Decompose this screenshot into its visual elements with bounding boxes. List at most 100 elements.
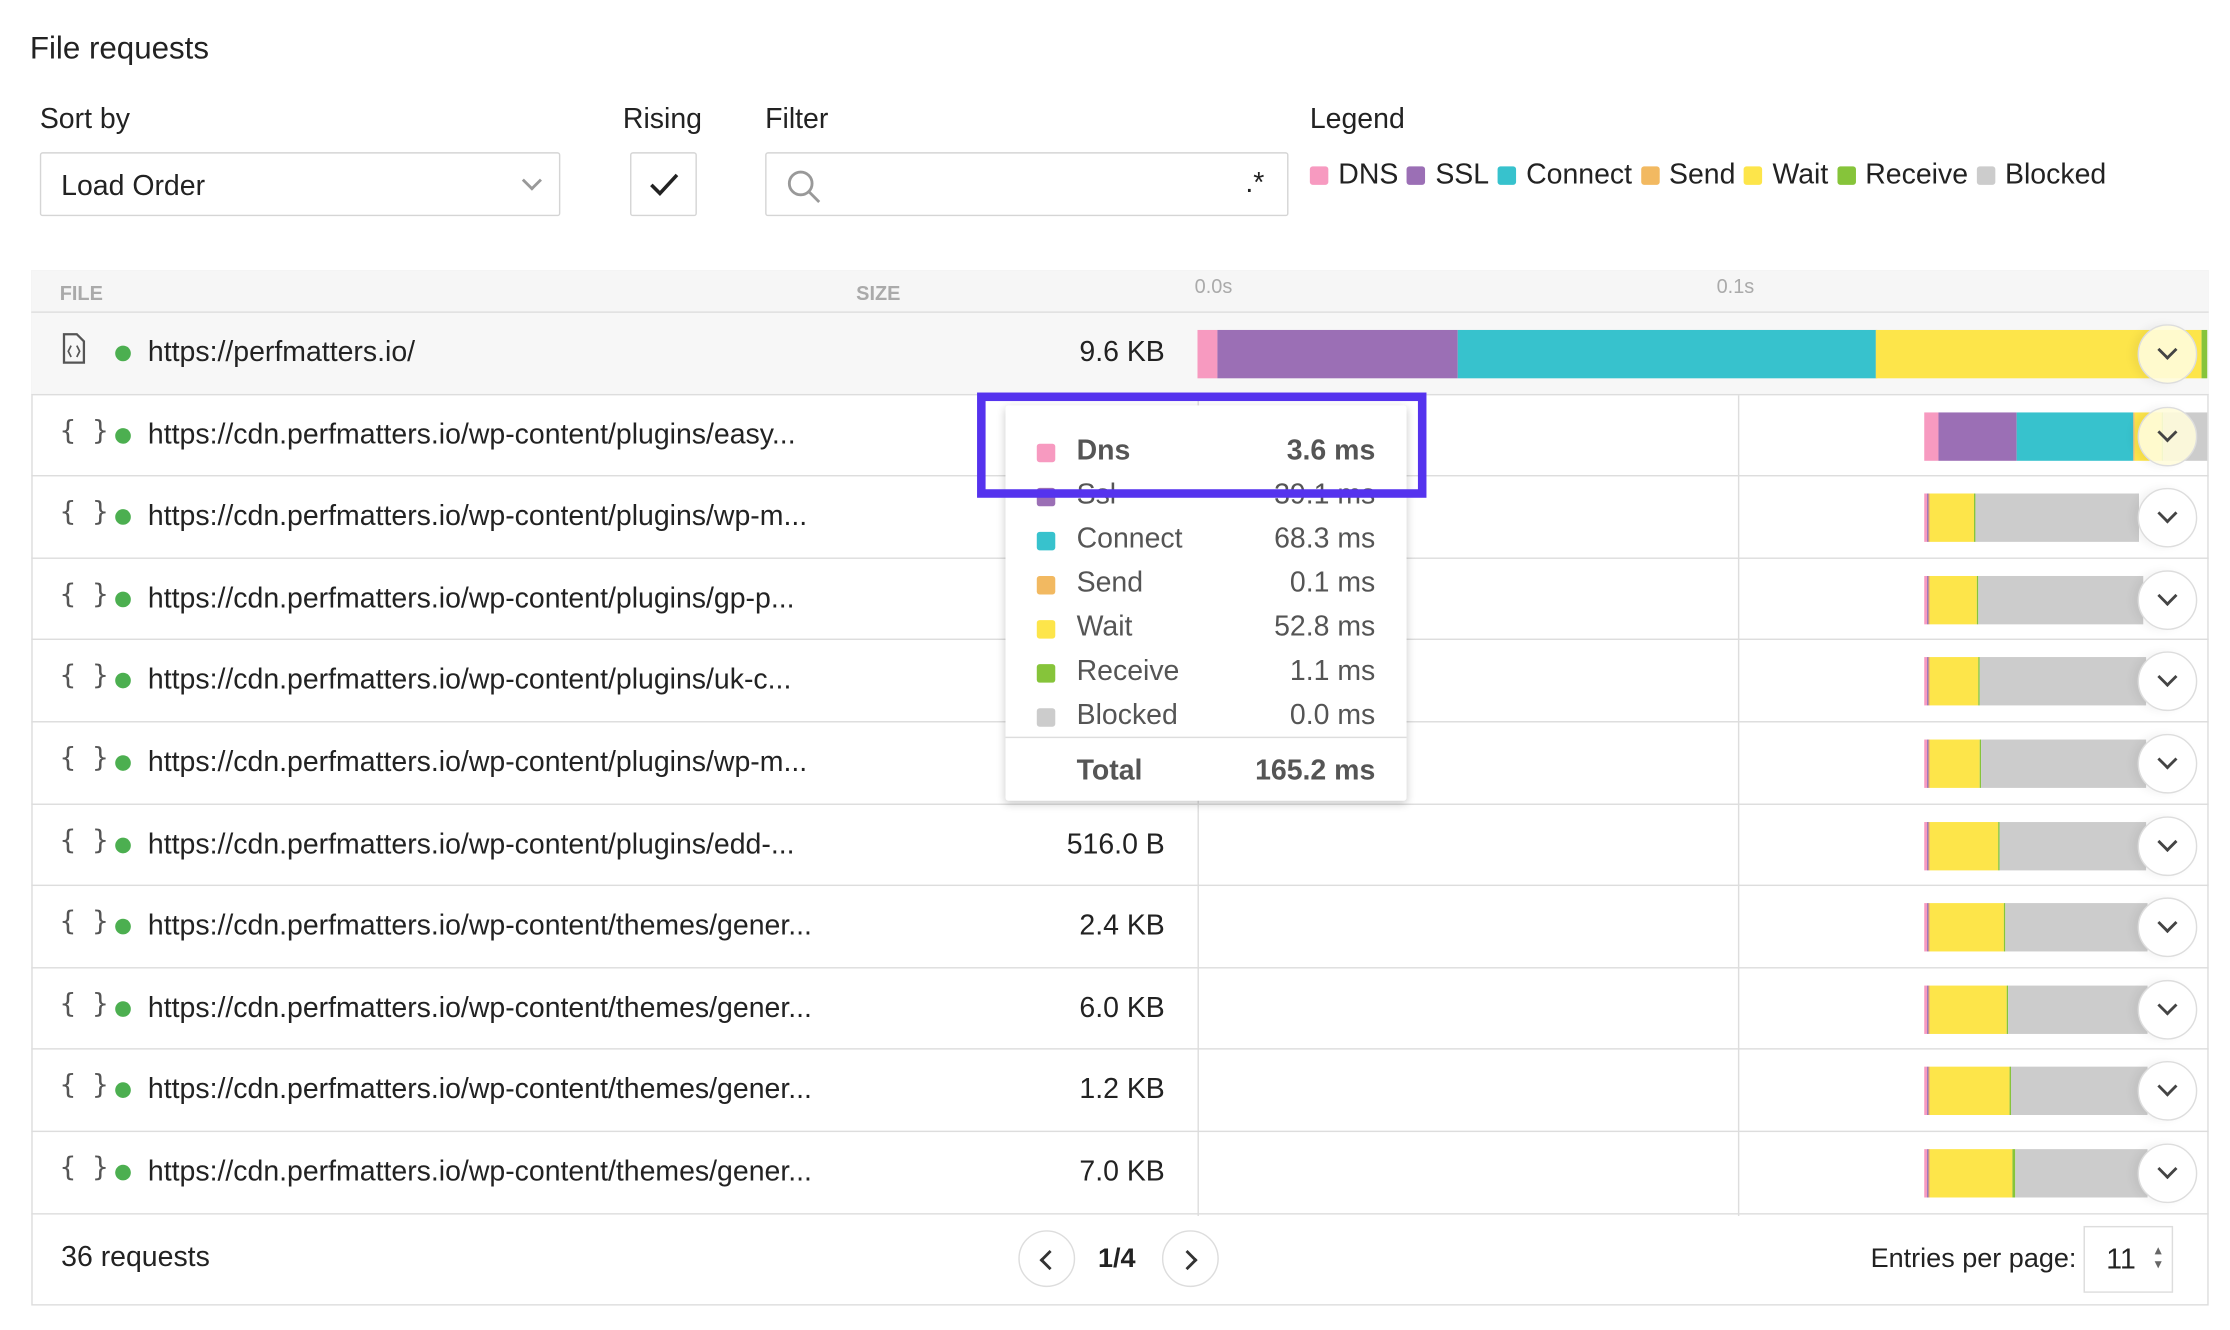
chevron-down-icon (2157, 1158, 2178, 1180)
sort-value: Load Order (61, 170, 206, 202)
total-value: 165.2 ms (1255, 755, 1376, 787)
chevron-down-icon (2157, 749, 2178, 770)
sort-select[interactable]: Load Order (39, 152, 561, 217)
expand-row-button[interactable] (2137, 488, 2198, 548)
chevron-down-icon (2157, 831, 2178, 852)
chevron-down-icon (2157, 339, 2178, 360)
braces-icon: { } (59, 1070, 109, 1102)
highlight-box (977, 392, 1427, 498)
file-url[interactable]: https://cdn.perfmatters.io/wp-content/th… (148, 1156, 812, 1189)
sort-label: Sort by (39, 103, 130, 136)
expand-row-button[interactable] (2137, 897, 2198, 958)
bar-segment-wait (1930, 903, 2005, 952)
bar-segment-ssl (1938, 411, 2017, 461)
gridline-0-1s (1737, 395, 1740, 1216)
tick-0: 0.0s (1194, 274, 1233, 298)
status-dot (115, 345, 131, 362)
table-header: FILE SIZE 0.0s 0.1s (31, 270, 2209, 313)
file-size: 516.0 B (1066, 828, 1165, 860)
page-title: File requests (29, 29, 209, 66)
expand-row-button[interactable] (2137, 815, 2198, 876)
expand-row-button[interactable] (2137, 979, 2198, 1040)
filter-input[interactable]: .* (765, 152, 1289, 217)
legend-item-wait: Wait (1743, 159, 1829, 192)
table-row[interactable]: { } https://cdn.perfmatters.io/wp-conten… (31, 1132, 2209, 1214)
file-url[interactable]: https://cdn.perfmatters.io/wp-content/pl… (148, 419, 796, 452)
braces-icon: { } (59, 578, 109, 610)
table-row[interactable]: { } https://cdn.perfmatters.io/wp-conten… (31, 968, 2209, 1051)
expand-row-button[interactable] (2137, 406, 2198, 466)
request-count: 36 requests (61, 1241, 210, 1273)
status-dot (115, 673, 131, 689)
table-row[interactable]: https://perfmatters.io/ 9.6 KB (31, 312, 2209, 395)
status-dot (115, 755, 131, 771)
prev-page-button[interactable] (1018, 1230, 1076, 1288)
expand-row-button[interactable] (2137, 324, 2198, 384)
expand-row-button[interactable] (2137, 570, 2198, 630)
table-row[interactable]: { } https://cdn.perfmatters.io/wp-conten… (31, 886, 2209, 969)
file-size: 7.0 KB (1079, 1156, 1165, 1188)
chevron-down-icon (2157, 1077, 2178, 1098)
status-dot (115, 919, 131, 935)
braces-icon: { } (59, 1151, 109, 1184)
tooltip-label: Blocked (1076, 699, 1178, 732)
file-url[interactable]: https://cdn.perfmatters.io/wp-content/pl… (148, 583, 795, 616)
tooltip-value: 0.0 ms (1289, 699, 1376, 732)
legend-swatch (1836, 166, 1856, 185)
legend-item-send: Send (1640, 159, 1735, 192)
tooltip-value: 52.8 ms (1274, 611, 1376, 643)
legend-text: SSL (1435, 159, 1490, 191)
table-row[interactable]: { } https://cdn.perfmatters.io/wp-conten… (31, 804, 2209, 887)
next-page-button[interactable] (1161, 1230, 1219, 1288)
regex-toggle[interactable]: .* (1245, 168, 1264, 201)
legend-item-ssl: SSL (1406, 159, 1490, 192)
braces-icon: { } (59, 988, 109, 1020)
expand-row-button[interactable] (2137, 1143, 2198, 1204)
table-footer: 36 requests 1/4 Entries per page: 11 ▴ ▾ (31, 1216, 2208, 1306)
braces-icon: { } (59, 660, 109, 692)
expand-row-button[interactable] (2137, 733, 2198, 794)
filter-label: Filter (765, 103, 829, 136)
file-url[interactable]: https://cdn.perfmatters.io/wp-content/pl… (148, 829, 795, 862)
tooltip-swatch (1036, 531, 1056, 551)
legend-item-connect: Connect (1497, 159, 1632, 192)
tooltip-row-receive: Receive 1.1 ms (1005, 650, 1406, 694)
table-row[interactable]: { } https://cdn.perfmatters.io/wp-conten… (31, 1050, 2209, 1133)
legend-item-dns: DNS (1309, 159, 1398, 192)
bar-segment-blocked (2005, 903, 2148, 952)
expand-row-button[interactable] (2137, 651, 2198, 712)
file-url[interactable]: https://cdn.perfmatters.io/wp-content/pl… (148, 665, 791, 698)
header-size: SIZE (856, 281, 901, 305)
file-url[interactable]: https://cdn.perfmatters.io/wp-content/pl… (148, 501, 807, 534)
status-dot (115, 1082, 131, 1099)
file-url[interactable]: https://cdn.perfmatters.io/wp-content/th… (148, 992, 812, 1025)
tooltip-label: Wait (1076, 611, 1133, 643)
file-url[interactable]: https://perfmatters.io/ (148, 337, 415, 370)
file-url[interactable]: https://cdn.perfmatters.io/wp-content/th… (148, 1074, 812, 1107)
legend-text: Wait (1772, 159, 1829, 191)
tick-1: 0.1s (1716, 274, 1755, 298)
file-url[interactable]: https://cdn.perfmatters.io/wp-content/th… (148, 910, 812, 943)
rising-checkbox[interactable] (630, 152, 697, 217)
bar-segment-blocked (2008, 985, 2148, 1034)
stepper-icon[interactable]: ▴ ▾ (2155, 1244, 2162, 1272)
search-icon (787, 170, 821, 203)
bar-segment-blocked (2014, 1149, 2148, 1198)
status-dot (115, 837, 131, 853)
entries-per-page-input[interactable]: 11 ▴ ▾ (2083, 1225, 2174, 1293)
expand-row-button[interactable] (2137, 1061, 2198, 1122)
bar-segment-receive (2201, 329, 2208, 379)
tooltip-swatch (1036, 708, 1056, 727)
file-url[interactable]: https://cdn.perfmatters.io/wp-content/pl… (148, 747, 807, 780)
bar-segment-wait (1930, 821, 1999, 870)
braces-icon: { } (59, 824, 109, 856)
legend-swatch (1497, 166, 1517, 185)
bar-segment-wait (1930, 657, 1979, 706)
legend-swatch (1406, 166, 1426, 185)
file-size: 9.6 KB (1079, 337, 1165, 369)
tooltip-label: Connect (1076, 523, 1183, 555)
bar-segment-blocked (1978, 575, 2144, 625)
tooltip-value: 68.3 ms (1274, 523, 1376, 555)
legend-swatch (1309, 166, 1329, 185)
bar-segment-ssl (1216, 329, 1458, 379)
